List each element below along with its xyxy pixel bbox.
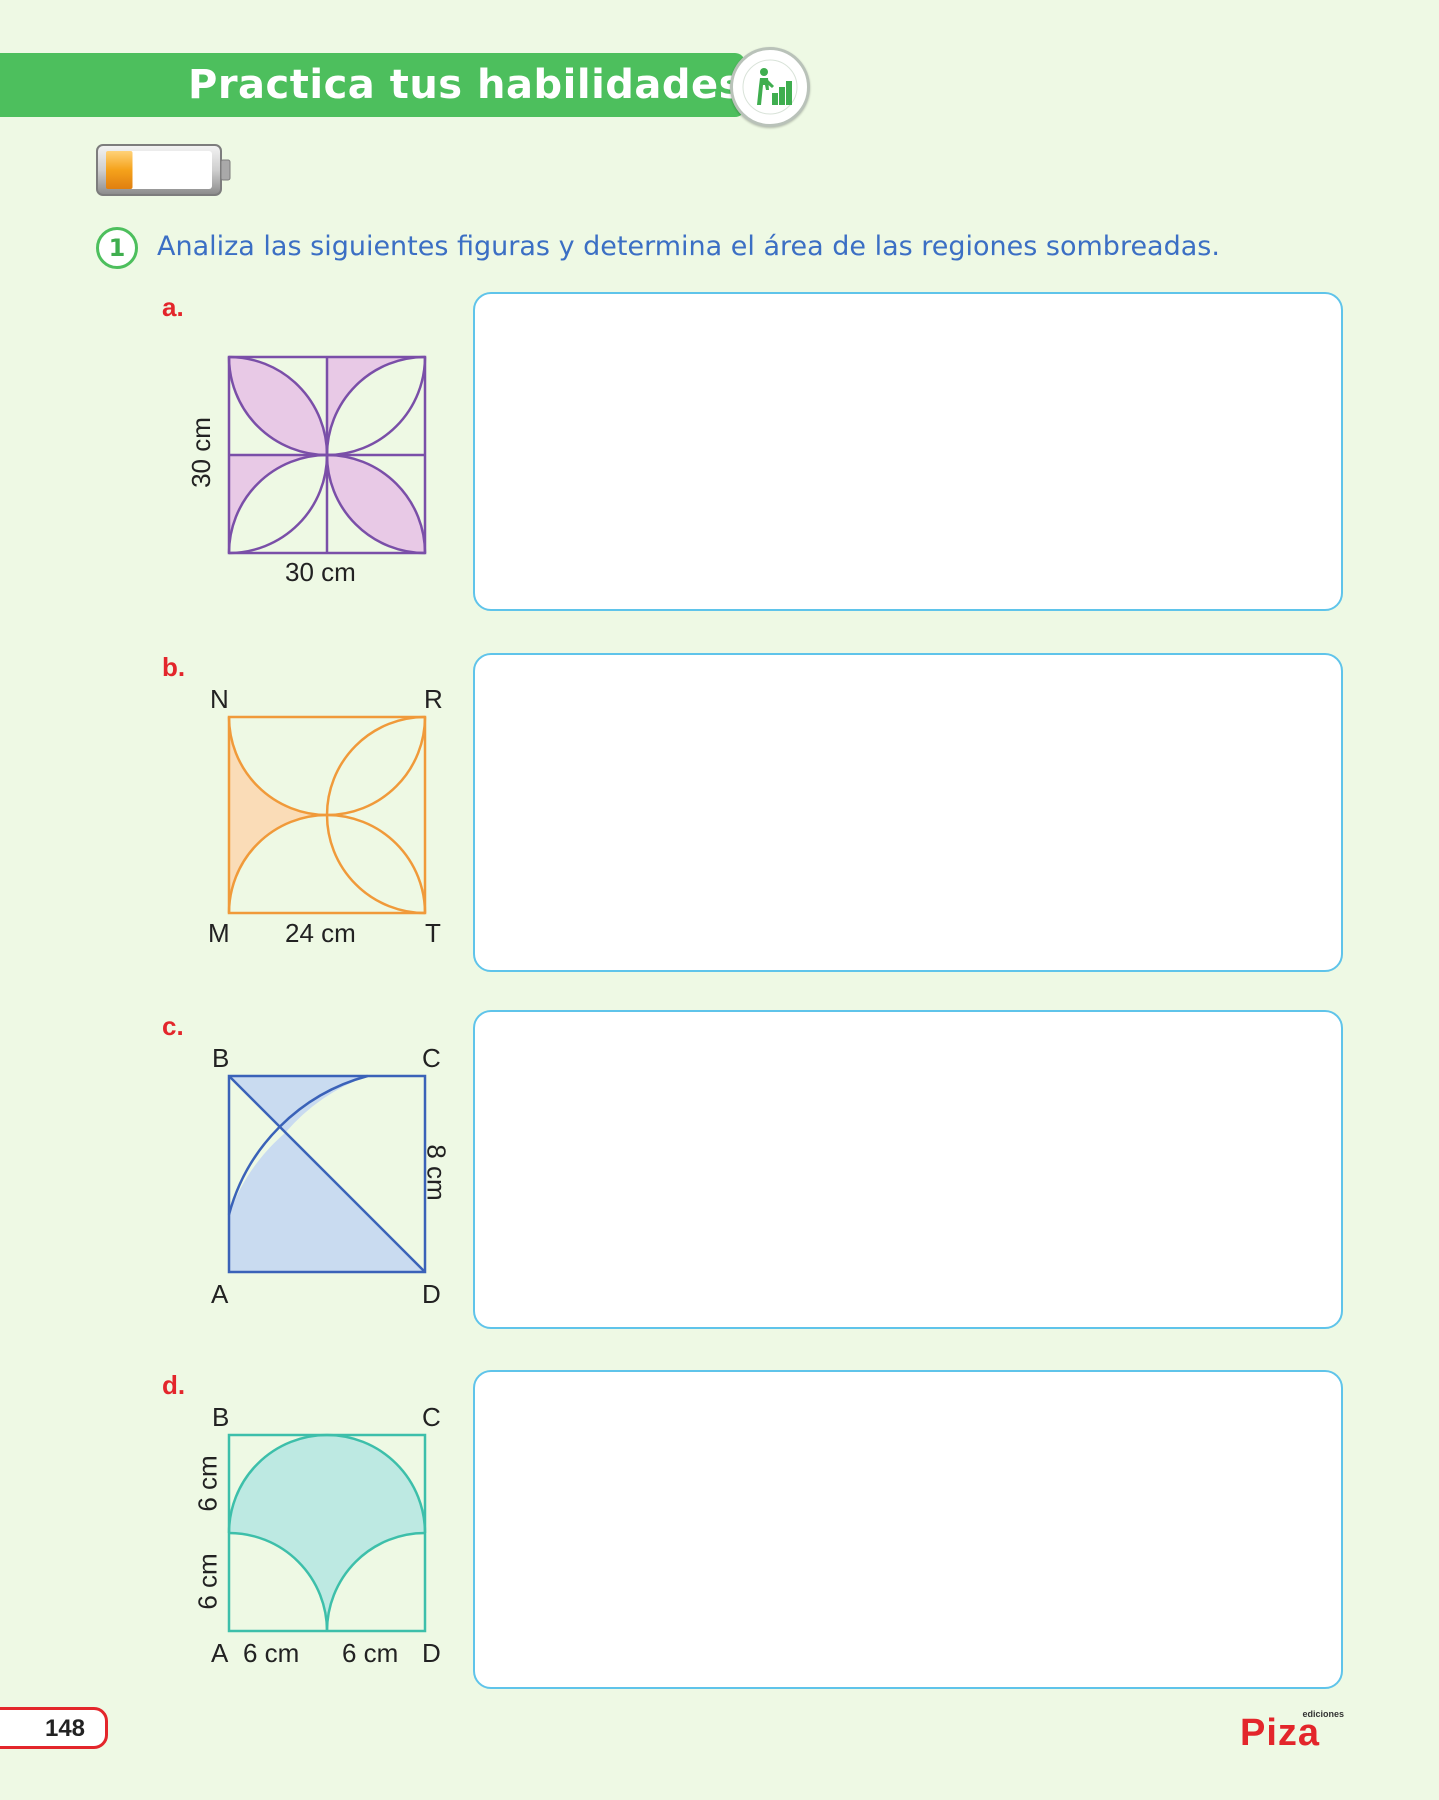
vertex-c-c: C — [422, 1043, 441, 1073]
vertex-m: M — [208, 918, 230, 948]
answer-box-d[interactable] — [473, 1370, 1343, 1689]
item-d-bottom-left-length: 6 cm — [243, 1638, 300, 1668]
question-number-badge: 1 — [96, 227, 138, 269]
vertex-b-c: B — [212, 1043, 230, 1073]
item-a-label: a. — [162, 292, 184, 322]
vertex-b-d: B — [212, 1402, 230, 1432]
logo-main-text: Piza — [1240, 1712, 1320, 1749]
answer-box-a[interactable] — [473, 292, 1343, 611]
figure-d — [227, 1433, 427, 1633]
vertex-d-c: D — [422, 1279, 441, 1309]
page-number: 148 — [44, 1715, 86, 1742]
item-d-side-lower: 6 cm — [192, 1553, 223, 1610]
item-c-label: c. — [162, 1011, 184, 1041]
vertex-t: T — [425, 918, 441, 948]
item-d-label: d. — [162, 1370, 186, 1400]
figure-a — [227, 355, 427, 555]
vertex-a-d: A — [211, 1638, 229, 1668]
climbing-steps-icon — [730, 47, 810, 127]
item-d-side-upper: 6 cm — [192, 1455, 223, 1512]
figure-b — [227, 715, 427, 915]
publisher-logo: ediciones Piza — [1238, 1707, 1348, 1754]
vertex-n: N — [210, 684, 229, 714]
question-prompt: Analiza las siguientes figuras y determi… — [157, 231, 1220, 262]
answer-box-b[interactable] — [473, 653, 1343, 972]
answer-box-c[interactable] — [473, 1010, 1343, 1329]
item-a-bottom-length: 30 cm — [285, 557, 356, 587]
figure-c — [227, 1074, 427, 1274]
section-title: Practica tus habilidades — [188, 62, 743, 108]
item-c-side-length: 8 cm — [421, 1144, 452, 1201]
vertex-d-d: D — [422, 1638, 441, 1668]
item-a-side-length: 30 cm — [185, 417, 216, 488]
battery-icon — [96, 143, 232, 201]
item-d-bottom-right-length: 6 cm — [342, 1638, 399, 1668]
vertex-c-d: C — [422, 1402, 441, 1432]
item-b-label: b. — [162, 652, 186, 682]
vertex-a-c: A — [211, 1279, 229, 1309]
item-b-bottom-length: 24 cm — [285, 918, 356, 948]
vertex-r: R — [424, 684, 443, 714]
